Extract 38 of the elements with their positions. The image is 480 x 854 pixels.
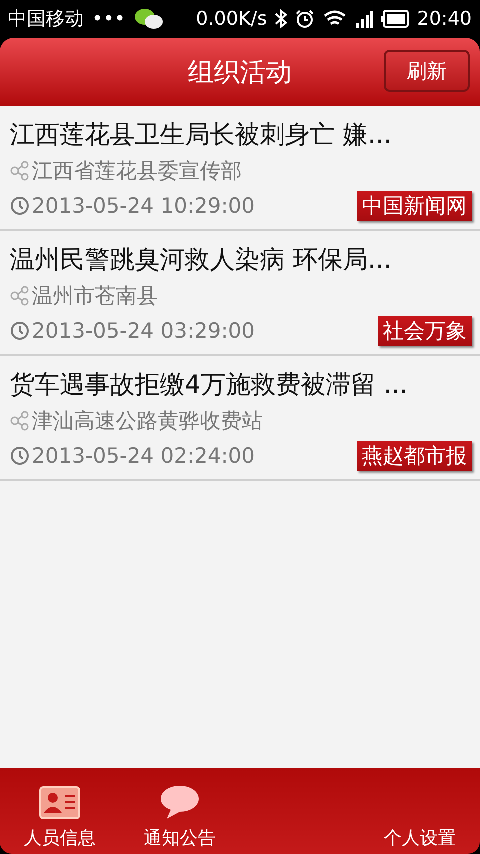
source-tag: 社会万象: [378, 316, 472, 346]
news-time: 2013-05-24 03:29:00: [32, 319, 256, 343]
source-tag: 燕赵都市报: [357, 441, 472, 471]
news-item[interactable]: 江西莲花县卫生局长被刺身亡 嫌... 江西省莲花县委宣传部 2013-05-24 10:29:00 中国新闻网: [0, 106, 480, 231]
clock-icon: [10, 446, 30, 466]
share-icon: [10, 411, 30, 431]
news-title: 温州民警跳臭河救人染病 环保局...: [10, 244, 393, 276]
signal-icon: [355, 10, 374, 28]
news-item[interactable]: 货车遇事故拒缴4万施救费被滞留 ... 津汕高速公路黄骅收费站 2013-05-24 02:24:00 燕赵都市报: [0, 356, 480, 481]
tab-item[interactable]: 个人设置: [360, 826, 480, 850]
share-icon: [10, 161, 30, 181]
speech-bubble-icon: [160, 784, 200, 820]
carrier-name: 中国移动: [8, 7, 84, 32]
network-speed: 0.00K/s: [196, 8, 268, 30]
news-source: 温州市苍南县: [32, 283, 158, 310]
tab-item[interactable]: 人员信息: [0, 786, 120, 850]
chat-bubbles-icon: [134, 7, 164, 31]
contact-card-icon: [39, 786, 81, 820]
news-title: 货车遇事故拒缴4万施救费被滞留 ...: [10, 369, 409, 401]
news-source: 津汕高速公路黄骅收费站: [32, 408, 263, 435]
alarm-clock-icon: [295, 9, 316, 29]
battery-icon: [381, 10, 410, 28]
source-tag: 中国新闻网: [357, 191, 472, 221]
clock-icon: [10, 196, 30, 216]
clock-time: 20:40: [417, 8, 472, 30]
wifi-icon: [323, 10, 348, 28]
refresh-button[interactable]: 刷新: [384, 50, 470, 92]
news-item[interactable]: 温州民警跳臭河救人染病 环保局... 温州市苍南县 2013-05-24 03:29:00 社会万象: [0, 231, 480, 356]
notification-dots: •••: [92, 8, 126, 30]
clock-icon: [10, 321, 30, 341]
share-icon: [10, 286, 30, 306]
news-time: 2013-05-24 02:24:00: [32, 444, 256, 468]
news-title: 江西莲花县卫生局长被刺身亡 嫌...: [10, 119, 393, 151]
bluetooth-icon: [275, 9, 288, 29]
tab-item[interactable]: 通知公告: [120, 784, 240, 850]
news-source: 江西省莲花县委宣传部: [32, 158, 242, 185]
page-title: 组织活动: [188, 56, 292, 90]
news-time: 2013-05-24 10:29:00: [32, 194, 256, 218]
